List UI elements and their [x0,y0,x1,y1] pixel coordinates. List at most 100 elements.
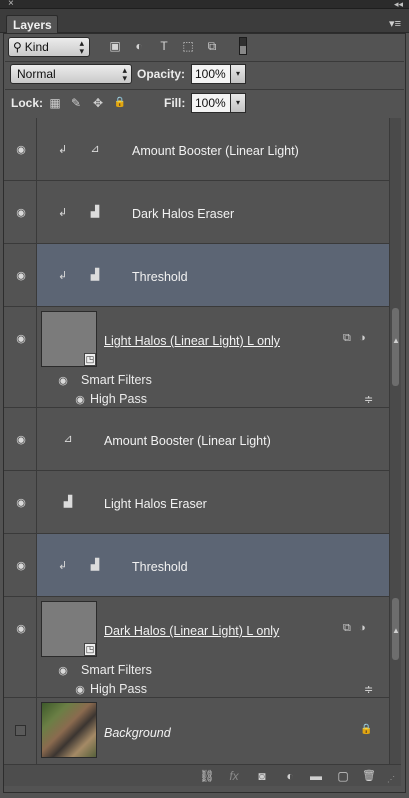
curves-adjustment-icon[interactable]: ⊿ [59,432,77,446]
resize-grip-icon[interactable]: ⋰ [387,775,395,784]
filter-mask-icon: ◑ [359,622,366,634]
filter-blending-options-icon[interactable]: ≑ [364,393,373,406]
select-arrows-icon: ▴ ▾ [122,65,127,83]
smart-filter-indicator-icon: ⧉ [343,622,351,634]
smart-filters-eye-icon[interactable]: ◉ [56,376,70,387]
link-layers-icon[interactable]: ⛓ [199,768,215,784]
clipping-arrow-icon: ↲ [58,560,68,572]
eye-icon[interactable]: ◉ [14,271,28,282]
filter-name[interactable]: High Pass [90,392,147,406]
smart-filters-eye-icon[interactable]: ◉ [56,666,70,677]
add-mask-icon[interactable]: ◙ [254,768,270,784]
lock-transparent-icon[interactable]: ▦ [48,96,62,110]
panel-title-bar: × ◂◂ [0,0,409,9]
filter-blending-options-icon[interactable]: ≑ [364,683,373,696]
select-arrows-icon: ▴ ▾ [79,38,84,56]
high-pass-eye-icon[interactable]: ◉ [73,685,87,696]
eye-icon[interactable]: ◉ [14,435,28,446]
scroll-up-icon[interactable]: ▲ [391,336,401,345]
levels-adjustment-icon[interactable]: ▟ [86,558,104,572]
delete-icon[interactable]: 🗑 [361,768,377,784]
new-layer-icon[interactable]: ▢ [335,768,351,784]
smart-object-badge-icon: ◳ [84,643,96,656]
lock-icon: 🔒 [360,724,373,735]
layer-list: ◉ ↲ ⊿ Amount Booster (Linear Light) ◉ ↲ … [4,118,389,764]
layer-thumbnail[interactable]: ◳ [41,311,97,367]
fill-dropdown-button[interactable]: ▾ [230,93,246,113]
eye-icon[interactable]: ◉ [14,624,28,635]
eye-icon[interactable]: ◉ [14,498,28,509]
fill-label: Fill: [164,96,186,110]
levels-adjustment-icon[interactable]: ▟ [86,268,104,282]
blend-mode-value: Normal [17,67,56,81]
smart-object-badge-icon: ◳ [84,353,96,366]
scrollbar-thumb[interactable] [392,308,399,386]
eye-icon[interactable]: ◉ [14,334,28,345]
fx-icon[interactable]: fx [226,768,242,784]
panel-menu-icon[interactable]: ▾≡ [389,17,401,30]
layer-name[interactable]: Amount Booster (Linear Light) [132,144,299,158]
curves-adjustment-icon[interactable]: ⊿ [86,142,104,156]
type-filter-icon[interactable]: T [157,39,171,53]
layer-name[interactable]: Background [104,726,171,740]
lock-position-icon[interactable]: ✥ [91,96,105,110]
layer-list-scrollbar[interactable]: ▲ ▲ [389,118,401,764]
image-filter-icon[interactable]: ▣ [108,39,122,53]
filter-bar: ⚲ Kind ▴ ▾ ▣ ◐ T ⬚ ⧉ [8,37,401,59]
lock-all-icon[interactable]: 🔒 [113,96,127,110]
eye-icon[interactable]: ◉ [14,145,28,156]
levels-adjustment-icon[interactable]: ▟ [59,495,77,509]
new-adjustment-icon[interactable]: ◐ [282,768,298,784]
adjustment-filter-icon[interactable]: ◐ [132,39,146,53]
layer-name[interactable]: Threshold [132,560,188,574]
shape-filter-icon[interactable]: ⬚ [181,39,195,53]
layer-row[interactable]: ◉ ↲ ▟ Dark Halos Eraser [4,181,389,244]
opacity-dropdown-button[interactable]: ▾ [230,64,246,84]
opacity-field[interactable]: 100% [191,64,231,84]
lock-label: Lock: [11,96,44,110]
smart-object-filter-icon[interactable]: ⧉ [205,39,219,53]
layer-thumbnail[interactable]: ◳ [41,601,97,657]
lock-image-icon[interactable]: ✎ [69,96,83,110]
blend-mode-select[interactable]: Normal ▴ ▾ [10,64,132,84]
visibility-column [4,597,37,697]
search-icon: ⚲ [13,40,22,54]
layer-name[interactable]: Light Halos Eraser [104,497,207,511]
new-group-icon[interactable]: ▬ [308,768,324,784]
layer-name[interactable]: Light Halos (Linear Light) L only [104,334,280,348]
filter-name[interactable]: High Pass [90,682,147,696]
layer-row-selected[interactable]: ◉ ↲ ▟ Threshold [4,534,389,597]
filter-mask-icon: ◑ [359,332,366,344]
tab-bar: Layers ▾≡ [0,9,409,33]
smart-filter-indicator-icon: ⧉ [343,332,351,344]
background-thumbnail[interactable] [41,702,97,758]
clipping-arrow-icon: ↲ [58,270,68,282]
eye-icon[interactable]: ◉ [14,208,28,219]
opacity-label: Opacity: [137,67,186,81]
high-pass-eye-icon[interactable]: ◉ [73,395,87,406]
smart-object-layer-row[interactable]: ◉ ◳ Dark Halos (Linear Light) L only ⧉ ◑… [4,597,389,698]
background-layer-row[interactable]: Background 🔒 [4,698,389,764]
visibility-column [4,307,37,407]
filter-toggle-switch[interactable] [239,37,247,55]
layer-name[interactable]: Dark Halos (Linear Light) L only [104,624,279,638]
fill-field[interactable]: 100% [191,93,231,113]
smart-filters-label[interactable]: Smart Filters [81,373,152,387]
layer-row-selected[interactable]: ◉ ↲ ▟ Threshold [4,244,389,307]
layer-name[interactable]: Amount Booster (Linear Light) [104,434,271,448]
levels-adjustment-icon[interactable]: ▟ [86,205,104,219]
kind-filter-select[interactable]: ⚲ Kind ▴ ▾ [8,37,90,57]
eye-icon[interactable]: ◉ [14,561,28,572]
smart-filters-label[interactable]: Smart Filters [81,663,152,677]
scroll-up-icon[interactable]: ▲ [391,626,401,635]
layer-row[interactable]: ◉ ⊿ Amount Booster (Linear Light) [4,408,389,471]
layer-name[interactable]: Threshold [132,270,188,284]
divider [5,89,404,90]
layer-name[interactable]: Dark Halos Eraser [132,207,234,221]
tab-layers[interactable]: Layers [6,15,58,33]
smart-object-layer-row[interactable]: ◉ ◳ Light Halos (Linear Light) L only ⧉ … [4,307,389,408]
clipping-arrow-icon: ↲ [58,207,68,219]
layer-row[interactable]: ◉ ▟ Light Halos Eraser [4,471,389,534]
visibility-checkbox[interactable] [15,725,26,736]
layer-row[interactable]: ◉ ↲ ⊿ Amount Booster (Linear Light) [4,118,389,181]
